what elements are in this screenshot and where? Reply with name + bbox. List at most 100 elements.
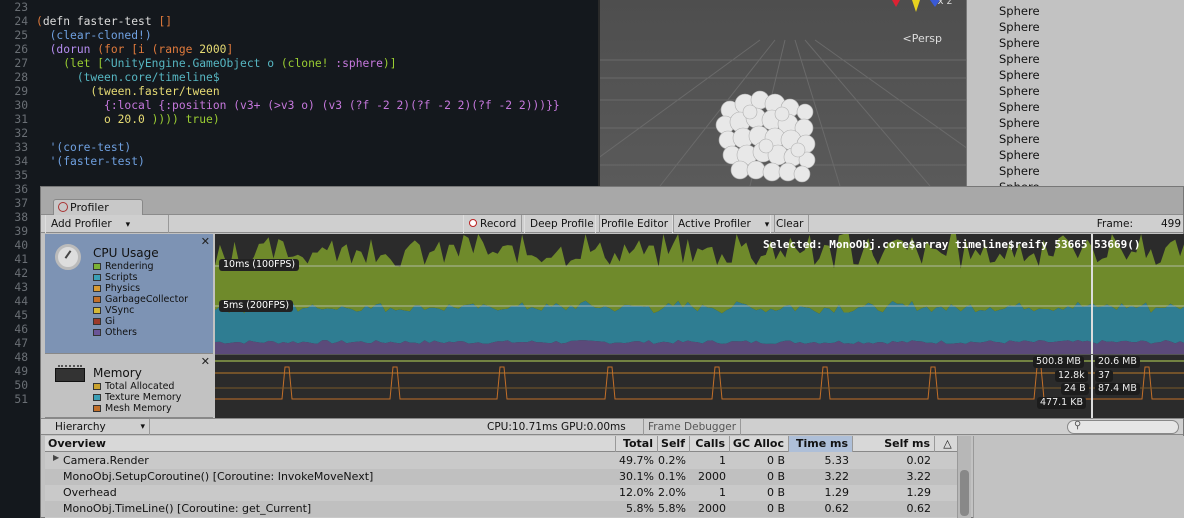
cell-selfms: 0.62 xyxy=(906,502,932,515)
hierarchy-panel[interactable]: Sphere Sphere Sphere Sphere Sphere Sphere Sphe… xyxy=(966,0,1184,190)
legend-item[interactable]: Total Allocated xyxy=(93,381,174,392)
line-number: 28 xyxy=(14,71,28,84)
code-text: (tween.core/timeline$ xyxy=(36,71,220,85)
hierarchy-item[interactable]: Sphere xyxy=(999,99,1040,115)
frame-value[interactable]: 499 xyxy=(1161,215,1181,233)
hierarchy-item[interactable]: Sphere xyxy=(999,131,1040,147)
table-row[interactable]: ▶ Camera.Render 49.7% 0.2% 1 0 B 5.33 0.02 xyxy=(45,453,961,469)
legend-swatch xyxy=(93,285,101,292)
col-overview[interactable]: Overview xyxy=(45,436,616,452)
frame-debugger-button[interactable]: Frame Debugger xyxy=(643,419,742,435)
code-line[interactable]: 23 xyxy=(0,1,598,15)
code-line[interactable]: 24 (defn faster-test [] xyxy=(0,15,598,29)
hierarchy-item[interactable]: Sphere xyxy=(999,115,1040,131)
legend-swatch xyxy=(93,383,101,390)
cpu-usage-area[interactable]: CPU Usage ✕ Rendering Scripts Physics Garba… xyxy=(45,234,213,354)
col-total[interactable]: Total xyxy=(616,436,658,452)
record-button[interactable]: Record xyxy=(463,215,523,233)
code-line[interactable]: 32 xyxy=(0,127,598,141)
scene-view[interactable]: x z <Persp xyxy=(598,0,966,186)
code-line[interactable]: 31 o 20.0 )))) true) xyxy=(0,113,598,127)
view-mode-dropdown[interactable]: Hierarchy xyxy=(45,419,150,435)
table-row[interactable]: MonoObj.TimeLine() [Coroutine: get_Curre… xyxy=(45,501,961,517)
line-number: 31 xyxy=(14,113,28,126)
close-icon[interactable]: ✕ xyxy=(201,235,210,248)
hierarchy-item[interactable]: Sphere xyxy=(999,19,1040,35)
col-time-ms[interactable]: Time ms xyxy=(789,436,853,452)
active-profiler-dropdown[interactable]: Active Profiler xyxy=(672,215,776,233)
back-arrow-icon: < xyxy=(902,32,912,45)
legend-item[interactable]: Scripts xyxy=(93,272,138,283)
code-token: ) xyxy=(144,29,152,42)
profiler-window: Profiler Add Profiler Record Deep Profil… xyxy=(40,186,1184,518)
deep-profile-button[interactable]: Deep Profile xyxy=(524,215,600,233)
code-line[interactable]: 29 (tween.faster/tween xyxy=(0,85,598,99)
cpu-usage-graph[interactable]: 10ms (100FPS) 5ms (200FPS) Selected: Mon… xyxy=(215,234,1184,354)
table-row[interactable]: MonoObj.SetupCoroutine() [Coroutine: Inv… xyxy=(45,469,961,485)
frame-marker[interactable] xyxy=(1091,355,1093,418)
cell-selfms: 1.29 xyxy=(906,486,932,499)
code-line[interactable]: 30 {:local {:position (v3+ (>v3 o) (v3 (… xyxy=(0,99,598,113)
line-number: 30 xyxy=(14,99,28,112)
legend-item[interactable]: VSync xyxy=(93,305,134,316)
code-token: :sphere xyxy=(335,57,383,70)
legend-item[interactable]: GarbageCollector xyxy=(93,294,188,305)
mem-val-count: 12.8k xyxy=(1055,370,1088,382)
legend-item[interactable]: Gi xyxy=(93,316,115,327)
hierarchy-item[interactable]: Sphere xyxy=(999,83,1040,99)
clear-button[interactable]: Clear xyxy=(770,215,810,233)
memory-graph[interactable]: 500.8 MB 12.8k 24 B 477.1 KB 20.6 MB 37 … xyxy=(215,354,1184,418)
table-row[interactable]: Overhead 12.0% 2.0% 1 0 B 1.29 1.29 xyxy=(45,485,961,501)
profile-editor-button[interactable]: Profile Editor xyxy=(595,215,675,233)
expand-arrow-icon[interactable]: ▶ xyxy=(53,453,59,462)
code-line[interactable]: 28 (tween.core/timeline$ xyxy=(0,71,598,85)
add-profiler-dropdown[interactable]: Add Profiler xyxy=(45,215,169,233)
col-self-ms[interactable]: Self ms xyxy=(853,436,935,452)
line-number: 33 xyxy=(14,141,28,154)
search-icon: ⚲ xyxy=(1074,420,1082,431)
close-icon[interactable]: ✕ xyxy=(201,355,210,368)
search-input[interactable]: ⚲ xyxy=(1067,420,1179,434)
code-line[interactable]: 26 (dorun (for [i (range 2000] xyxy=(0,43,598,57)
table-scrollbar[interactable] xyxy=(957,436,971,518)
legend-label: Rendering xyxy=(105,261,154,272)
hierarchy-item[interactable]: Sphere xyxy=(999,147,1040,163)
line-number: 34 xyxy=(14,155,28,168)
hierarchy-item[interactable]: Sphere xyxy=(999,51,1040,67)
cell-name: Overhead xyxy=(63,486,117,499)
orientation-gizmo[interactable]: x z xyxy=(938,0,952,7)
memory-area[interactable]: Memory ✕ Total Allocated Texture Memory Me… xyxy=(45,354,213,418)
frame-marker[interactable] xyxy=(1091,234,1093,354)
line-number: 32 xyxy=(14,127,28,140)
cell-total: 12.0% xyxy=(619,486,654,499)
persp-label[interactable]: <Persp xyxy=(903,32,942,45)
col-gc-alloc[interactable]: GC Alloc xyxy=(730,436,789,452)
cell-selfms: 3.22 xyxy=(906,470,932,483)
legend-item[interactable]: Mesh Memory xyxy=(93,403,172,414)
hierarchy-item[interactable]: Sphere xyxy=(999,67,1040,83)
hierarchy-item[interactable]: Sphere xyxy=(999,3,1040,19)
code-text: {:local {:position (v3+ (>v3 o) (v3 (?f … xyxy=(36,99,560,113)
legend-label: Texture Memory xyxy=(105,392,182,403)
code-line[interactable]: 25 (clear-cloned!) xyxy=(0,29,598,43)
col-calls[interactable]: Calls xyxy=(690,436,730,452)
legend-item[interactable]: Texture Memory xyxy=(93,392,181,403)
col-self[interactable]: Self xyxy=(658,436,690,452)
hierarchy-item[interactable]: Sphere xyxy=(999,163,1040,179)
hierarchy-item[interactable]: Sphere xyxy=(999,35,1040,51)
legend-item[interactable]: Physics xyxy=(93,283,140,294)
cell-time: 5.33 xyxy=(824,454,850,467)
scrollbar-thumb[interactable] xyxy=(960,470,969,516)
legend-item[interactable]: Rendering xyxy=(93,261,154,272)
cell-calls: 2000 xyxy=(698,470,726,483)
code-line[interactable]: 35 xyxy=(0,169,598,183)
cell-self: 0.2% xyxy=(658,454,686,467)
code-line[interactable]: 33 '(core-test) xyxy=(0,141,598,155)
code-token: ( xyxy=(36,15,43,28)
line-number: 48 xyxy=(14,351,28,364)
code-line[interactable]: 34 '(faster-test) xyxy=(0,155,598,169)
code-line[interactable]: 27 (let [^UnityEngine.GameObject o (clon… xyxy=(0,57,598,71)
legend-item[interactable]: Others xyxy=(93,327,137,338)
